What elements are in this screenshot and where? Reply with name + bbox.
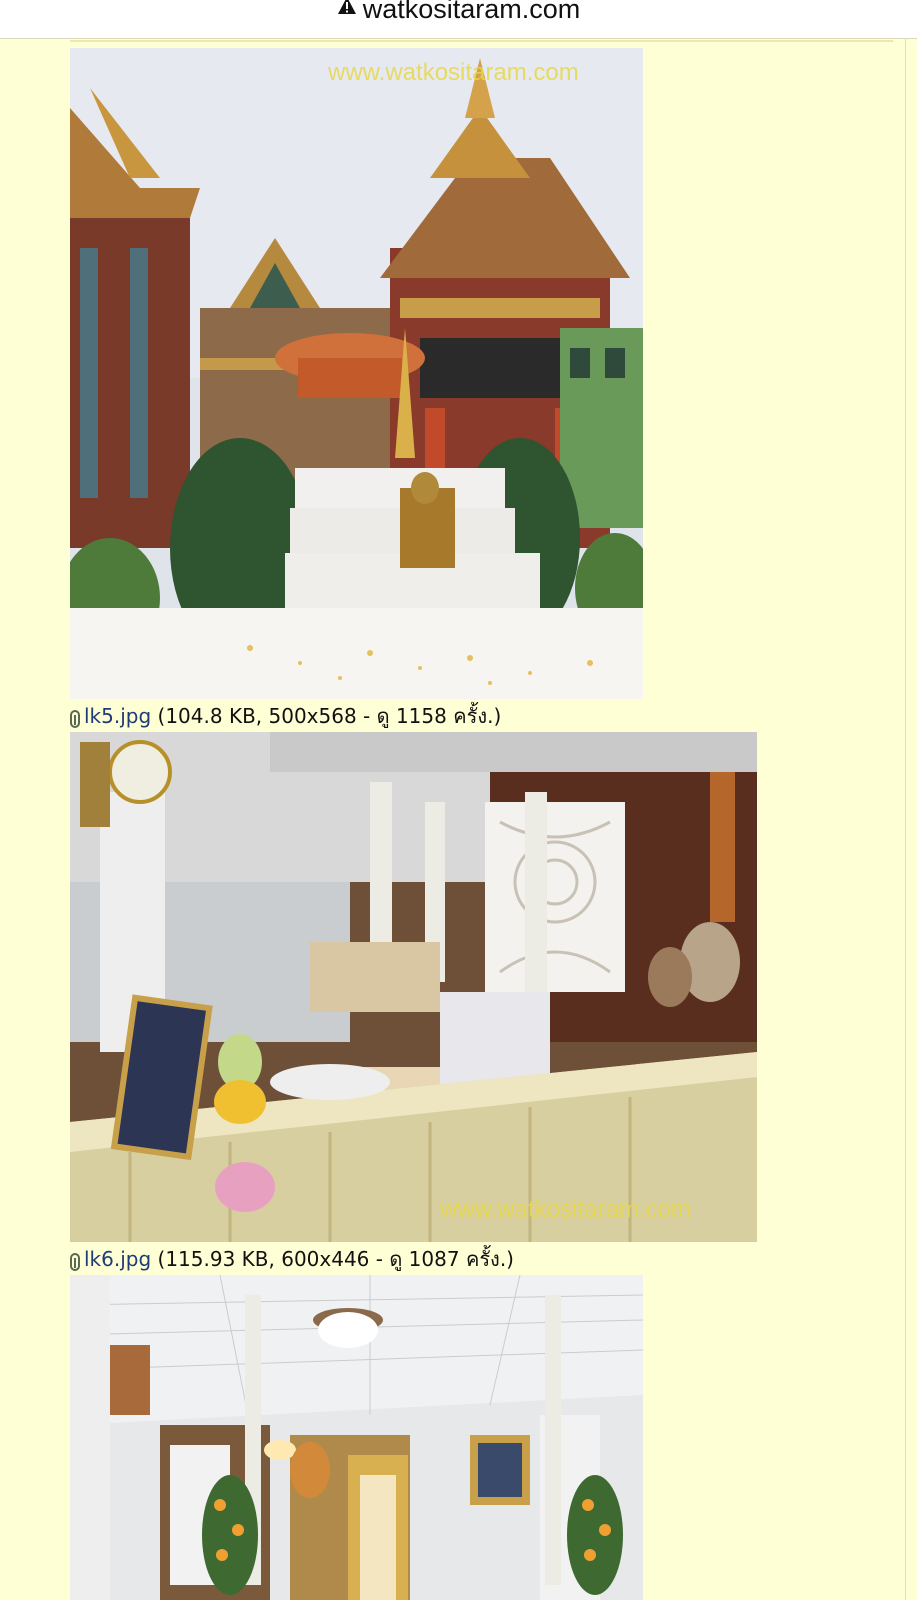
paperclip-icon [70, 709, 80, 734]
attachment-image-temple[interactable]: www.watkositaram.com [70, 48, 643, 699]
attachment-link-lk5[interactable]: lk5.jpg [84, 704, 151, 728]
paperclip-icon [70, 1252, 80, 1277]
attachment-info: (104.8 KB, 500x568 - ดู 1158 ครั้ง.) [157, 704, 502, 728]
attachment-image-lk6[interactable] [70, 1275, 643, 1600]
warning-triangle-icon [337, 0, 357, 23]
url-display[interactable]: watkositaram.com [0, 0, 917, 26]
post-divider [70, 40, 893, 42]
attachment-image-lk5[interactable]: www.watkositaram.com [70, 732, 757, 1242]
watermark-text: www.watkositaram.com [327, 59, 579, 86]
attachment-caption: lk5.jpg (104.8 KB, 500x568 - ดู 1158 ครั… [70, 700, 501, 734]
attachment-caption: lk6.jpg (115.93 KB, 600x446 - ดู 1087 คร… [70, 1243, 514, 1277]
attachment-info: (115.93 KB, 600x446 - ดู 1087 ครั้ง.) [157, 1247, 514, 1271]
attachment-link-lk6[interactable]: lk6.jpg [84, 1247, 151, 1271]
url-text: watkositaram.com [362, 0, 581, 24]
watermark-text: www.watkositaram.com [439, 1196, 691, 1223]
content-border [905, 38, 906, 1600]
browser-address-bar[interactable]: watkositaram.com [0, 0, 917, 39]
